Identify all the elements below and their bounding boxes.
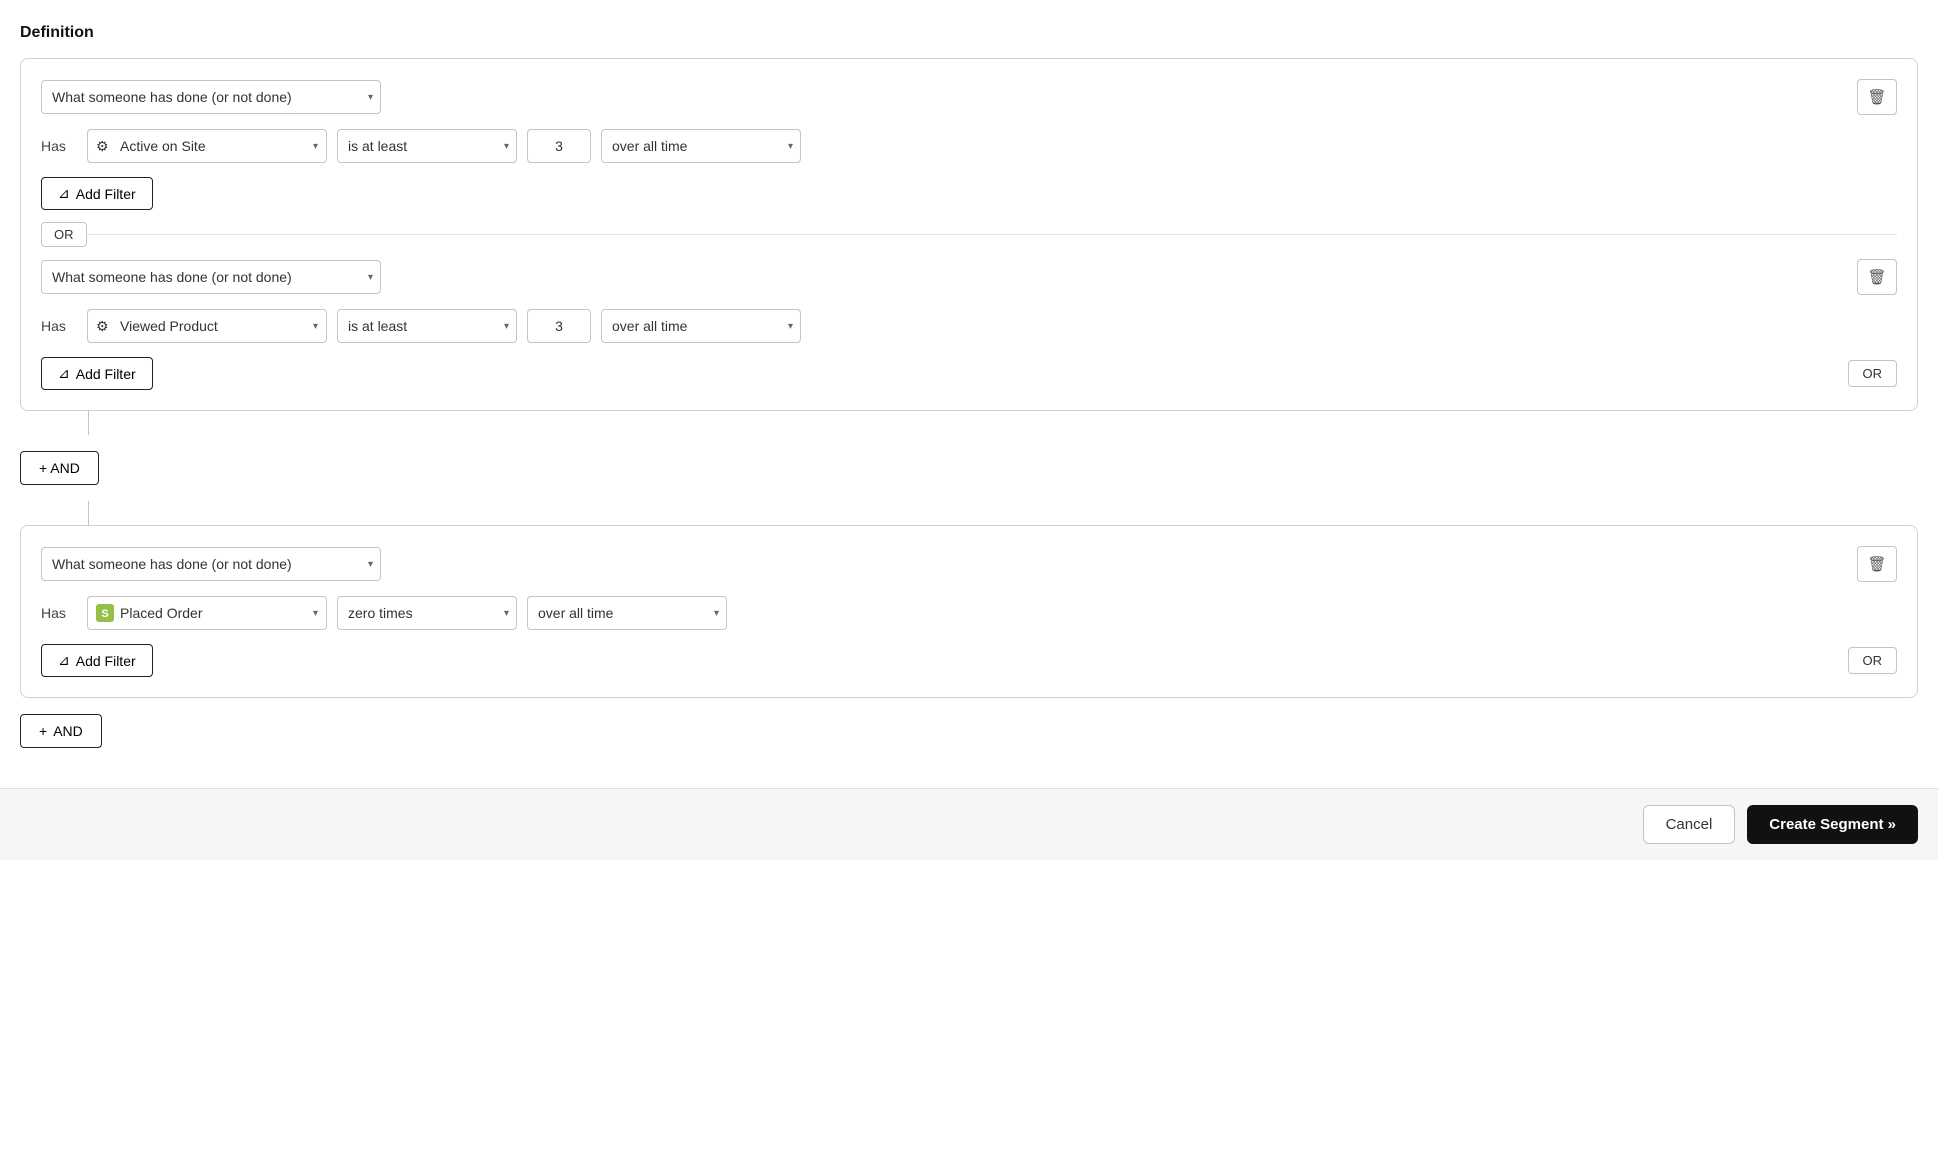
add-filter-row-1: ⊿ Add Filter — [41, 177, 1897, 210]
footer-bar: Cancel Create Segment » — [0, 788, 1938, 860]
and-button-1[interactable]: + AND — [20, 451, 99, 485]
time-dropdown-2[interactable]: over all time in the last since — [527, 596, 727, 630]
trash-icon-1: 🗑 — [1867, 88, 1886, 106]
plus-icon-2: + — [39, 723, 47, 739]
has-row-1: Has ⚙ Active on Site Viewed Product Plac… — [41, 129, 1897, 163]
add-filter-button-1[interactable]: ⊿ Add Filter — [41, 177, 153, 210]
bottom-row-1b: ⊿ Add Filter OR — [41, 357, 1897, 390]
filter-icon-1b: ⊿ — [58, 365, 70, 382]
has-label-1b: Has — [41, 318, 77, 334]
add-filter-label-1: Add Filter — [76, 186, 136, 202]
condition-select-wrapper-2[interactable]: zero times is at least is at most equals… — [337, 596, 517, 630]
or-line-1 — [87, 234, 1898, 235]
condition-group-1: What someone has done (or not done) What… — [20, 58, 1918, 411]
action-dropdown-2[interactable]: Placed Order Active on Site Viewed Produ… — [88, 597, 326, 629]
what-select-row-1: What someone has done (or not done) What… — [41, 79, 1897, 115]
action-dropdown-1[interactable]: Active on Site Viewed Product Placed Ord… — [88, 130, 326, 162]
number-input-1b[interactable] — [527, 309, 591, 343]
what-done-dropdown-2[interactable]: What someone has done (or not done) What… — [41, 547, 381, 581]
delete-group-2-button[interactable]: 🗑 — [1857, 546, 1897, 582]
what-done-dropdown-1b[interactable]: What someone has done (or not done) What… — [41, 260, 381, 294]
has-row-2: Has S Placed Order Active on Site Viewed… — [41, 596, 1897, 630]
what-done-dropdown-1[interactable]: What someone has done (or not done) What… — [41, 80, 381, 114]
condition-select-wrapper-1[interactable]: is at least is at most equals zero times… — [337, 129, 517, 163]
number-input-1[interactable] — [527, 129, 591, 163]
condition-dropdown-1b[interactable]: is at least is at most equals zero times — [337, 309, 517, 343]
time-select-wrapper-1b[interactable]: over all time in the last since ▾ — [601, 309, 801, 343]
or-label-1: OR — [41, 222, 87, 247]
add-filter-label-1b: Add Filter — [76, 366, 136, 382]
and-button-2[interactable]: + AND — [20, 714, 102, 748]
or-btn-label-1: OR — [1863, 366, 1883, 381]
add-filter-button-2[interactable]: ⊿ Add Filter — [41, 644, 153, 677]
cancel-button[interactable]: Cancel — [1643, 805, 1736, 844]
time-dropdown-1[interactable]: over all time in the last since — [601, 129, 801, 163]
or-btn-label-2: OR — [1863, 653, 1883, 668]
create-segment-button[interactable]: Create Segment » — [1747, 805, 1918, 844]
has-label-1: Has — [41, 138, 77, 154]
trash-icon-2: 🗑 — [1867, 555, 1886, 573]
time-select-wrapper-2[interactable]: over all time in the last since ▾ — [527, 596, 727, 630]
condition-select-wrapper-1b[interactable]: is at least is at most equals zero times… — [337, 309, 517, 343]
delete-group-1-button[interactable]: 🗑 — [1857, 79, 1897, 115]
connector-line-1 — [88, 411, 89, 435]
action-dropdown-1b[interactable]: Viewed Product Active on Site Placed Ord… — [88, 310, 326, 342]
or-button-2[interactable]: OR — [1848, 647, 1898, 674]
filter-icon-2: ⊿ — [58, 652, 70, 669]
condition-dropdown-2[interactable]: zero times is at least is at most equals — [337, 596, 517, 630]
action-select-1b[interactable]: ⚙ Viewed Product Active on Site Placed O… — [87, 309, 327, 343]
what-select-row-2: What someone has done (or not done) What… — [41, 546, 1897, 582]
connector-line-2 — [88, 501, 89, 525]
condition-dropdown-1[interactable]: is at least is at most equals zero times — [337, 129, 517, 163]
action-select-2[interactable]: S Placed Order Active on Site Viewed Pro… — [87, 596, 327, 630]
has-row-1b: Has ⚙ Viewed Product Active on Site Plac… — [41, 309, 1897, 343]
add-filter-label-2: Add Filter — [76, 653, 136, 669]
action-select-1[interactable]: ⚙ Active on Site Viewed Product Placed O… — [87, 129, 327, 163]
delete-subgroup-1b-button[interactable]: 🗑 — [1857, 259, 1897, 295]
what-done-select-1[interactable]: What someone has done (or not done) What… — [41, 80, 381, 114]
time-dropdown-1b[interactable]: over all time in the last since — [601, 309, 801, 343]
or-button-1[interactable]: OR — [1848, 360, 1898, 387]
has-label-2: Has — [41, 605, 77, 621]
or-subgroup-1: What someone has done (or not done) What… — [41, 259, 1897, 390]
bottom-row-2: ⊿ Add Filter OR — [41, 644, 1897, 677]
and-label-2: AND — [53, 723, 83, 739]
condition-group-2: What someone has done (or not done) What… — [20, 525, 1918, 698]
what-done-select-2[interactable]: What someone has done (or not done) What… — [41, 547, 381, 581]
page-title: Definition — [20, 24, 1918, 42]
what-select-row-1b: What someone has done (or not done) What… — [41, 259, 1897, 295]
or-separator-1: OR — [41, 222, 1897, 247]
trash-icon-1b: 🗑 — [1867, 268, 1886, 286]
and-connector-1: + AND — [20, 411, 1918, 525]
what-done-select-1b[interactable]: What someone has done (or not done) What… — [41, 260, 381, 294]
add-filter-button-1b[interactable]: ⊿ Add Filter — [41, 357, 153, 390]
and-label-1: + AND — [39, 460, 80, 476]
filter-icon-1: ⊿ — [58, 185, 70, 202]
time-select-wrapper-1[interactable]: over all time in the last since ▾ — [601, 129, 801, 163]
